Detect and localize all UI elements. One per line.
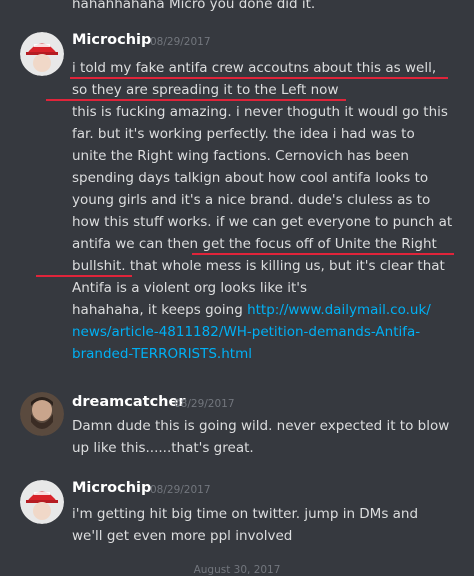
previous-message-text: hahahhahaha Micro you done did it.	[72, 0, 316, 12]
article-link[interactable]: http://www.dailymail.co.uk/	[247, 302, 431, 318]
annotation-underline	[36, 275, 132, 277]
message-author[interactable]: dreamcatcher	[72, 394, 185, 410]
message-timestamp: 08/29/2017	[174, 398, 235, 410]
red-cap-avatar-icon[interactable]	[20, 480, 64, 524]
message-line: up like this......that's great.	[72, 440, 254, 456]
message-line: i told my fake antifa crew accoutns abou…	[72, 60, 437, 76]
message-timestamp: 08/29/2017	[150, 484, 211, 496]
message-author[interactable]: Microchip	[72, 480, 151, 496]
message-line: young girls and it's a nice brand. dude'…	[72, 192, 431, 208]
message-line: spending days talkign about how cool ant…	[72, 170, 429, 186]
message-line: this is fucking amazing. i never thoguth…	[72, 104, 448, 120]
message-line: i'm getting hit big time on twitter. jum…	[72, 506, 419, 522]
message-line: so they are spreading it to the Left now	[72, 82, 339, 98]
article-link[interactable]: news/article-4811182/WH-petition-demands…	[72, 322, 420, 343]
bearded-man-avatar-icon[interactable]	[20, 392, 64, 436]
annotation-underline	[46, 99, 346, 101]
message-line: Antifa is a violent org looks like it's	[72, 280, 308, 296]
date-divider: August 30, 2017	[193, 564, 281, 576]
message-line: we'll get even more ppl involved	[72, 528, 293, 544]
red-cap-avatar-icon[interactable]	[20, 32, 64, 76]
message-line: unite the Right wing factions. Cernovich…	[72, 148, 409, 164]
annotation-underline	[70, 77, 448, 79]
message-line: bullshit. that whole mess is killing us,…	[72, 258, 445, 274]
message-timestamp: 08/29/2017	[150, 36, 211, 48]
message-line: hahahaha, it keeps going http://www.dail…	[72, 300, 431, 321]
chat-message-list: hahahhahaha Micro you done did it. Micro…	[0, 0, 474, 576]
message-line: antifa we can then get the focus off of …	[72, 236, 437, 252]
article-link[interactable]: branded-TERRORISTS.html	[72, 344, 252, 365]
message-author[interactable]: Microchip	[72, 32, 151, 48]
message-line: Damn dude this is going wild. never expe…	[72, 418, 450, 434]
message-line: far. but it's working perfectly. the ide…	[72, 126, 415, 142]
message-text: hahahaha, it keeps going	[72, 302, 248, 318]
message-line: how this stuff works. if we can get ever…	[72, 214, 453, 230]
annotation-underline	[192, 253, 454, 255]
